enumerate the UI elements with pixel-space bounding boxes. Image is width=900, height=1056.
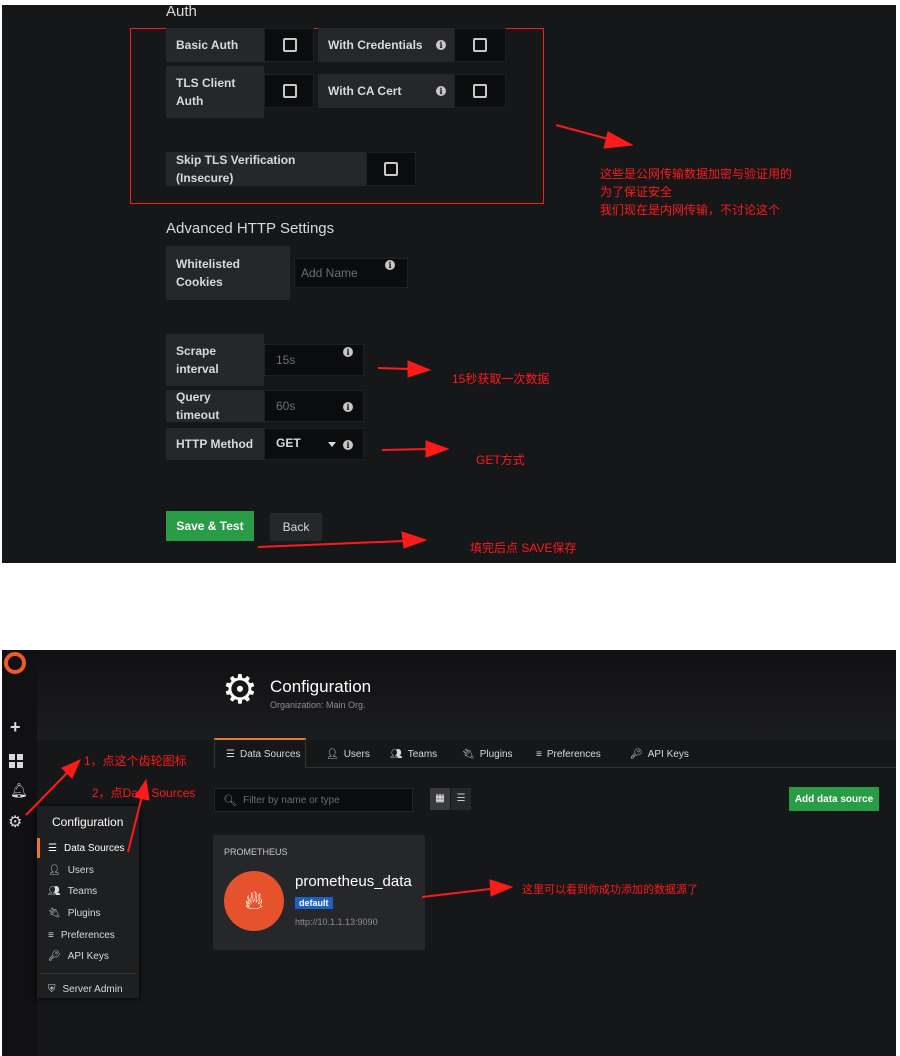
annotation-arrows — [25, 124, 634, 898]
arrow-line — [127, 795, 143, 853]
arrow-line — [421, 888, 491, 898]
arrowhead — [489, 879, 514, 897]
arrow-line — [381, 448, 429, 451]
arrowhead — [425, 440, 450, 458]
arrow-line — [377, 367, 411, 370]
arrowhead — [407, 360, 432, 378]
arrowhead — [603, 131, 634, 149]
arrowhead — [401, 531, 428, 549]
arrowhead — [134, 778, 150, 801]
arrow-line — [555, 124, 613, 141]
arrow-line — [257, 540, 405, 548]
arrow-line — [25, 771, 69, 816]
